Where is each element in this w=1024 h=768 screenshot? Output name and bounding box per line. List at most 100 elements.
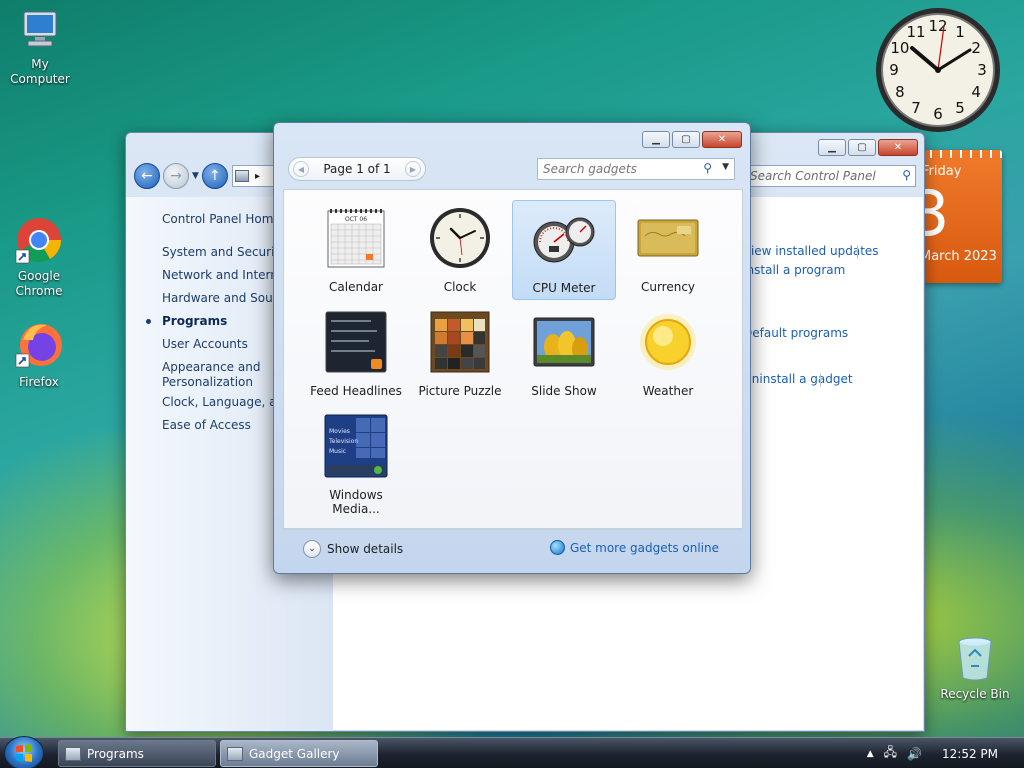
- media-thumb-line: Music: [329, 448, 346, 455]
- clock-numeral: 8: [895, 83, 905, 101]
- clock-face: 12 12 3 45678 9 1011: [876, 8, 1000, 132]
- desktop-icon-google-chrome[interactable]: Google Chrome: [0, 216, 79, 299]
- calendar-gadget[interactable]: Friday 3 March 2023: [924, 150, 1002, 283]
- search-placeholder: Search gadgets: [543, 162, 637, 176]
- gadget-name: Picture Puzzle: [418, 384, 502, 398]
- gadget-name: Clock: [443, 280, 477, 294]
- gadget-gallery-icon: [227, 746, 243, 761]
- volume-icon[interactable]: 🔊: [907, 747, 922, 761]
- forward-button[interactable]: →: [163, 163, 189, 189]
- clock-numeral: 5: [955, 99, 965, 117]
- clock-numeral: 4: [971, 83, 981, 101]
- sidebar-item-programs[interactable]: Programs: [162, 314, 227, 329]
- chrome-icon: [15, 218, 61, 264]
- desktop-icon-firefox[interactable]: Firefox: [0, 320, 79, 390]
- gadget-name: CPU Meter: [532, 281, 596, 295]
- start-button[interactable]: [4, 736, 44, 768]
- firefox-icon: [15, 324, 62, 368]
- maximize-button[interactable]: ▢: [672, 131, 700, 148]
- picture-puzzle-gadget-icon: [428, 310, 492, 374]
- gadget-cpu-meter[interactable]: CPU Meter: [512, 200, 616, 300]
- control-panel-search-input[interactable]: Search Control Panel ⚲: [746, 165, 916, 187]
- gadget-weather[interactable]: Weather: [616, 304, 720, 404]
- clock-numeral: 3: [977, 61, 987, 79]
- gadget-picture-puzzle[interactable]: Picture Puzzle: [408, 304, 512, 404]
- address-bar[interactable]: ▸: [232, 165, 276, 187]
- minimize-button[interactable]: ▁: [642, 131, 670, 148]
- clock-numeral: 1: [955, 23, 965, 41]
- chevron-down-icon: ⌄: [303, 540, 321, 558]
- search-icon[interactable]: ⚲: [902, 168, 911, 182]
- recent-pages-dropdown[interactable]: ▼: [192, 171, 199, 181]
- gadget-name: Weather: [642, 384, 694, 398]
- taskbar-button-gadget-gallery[interactable]: Gadget Gallery: [220, 740, 378, 767]
- taskbar: Programs Gadget Gallery ▲ 🖧 🔊 12:52 PM: [0, 736, 1024, 768]
- next-page-icon[interactable]: ▶: [405, 161, 421, 177]
- gadget-currency[interactable]: Currency: [616, 200, 720, 300]
- gadget-name: Calendar: [329, 280, 383, 294]
- sidebar-item-ease-of-access[interactable]: Ease of Access: [162, 418, 251, 433]
- previous-page-icon[interactable]: ◀: [293, 161, 309, 177]
- clock-numeral: 7: [911, 99, 921, 117]
- link-view-installed-updates[interactable]: View installed updates: [743, 244, 879, 258]
- desktop-icon-label: Google Chrome: [15, 269, 63, 298]
- page-indicator: Page 1 of 1: [323, 162, 391, 176]
- show-details-label: Show details: [327, 542, 404, 556]
- clock-numeral: 10: [890, 39, 909, 57]
- close-button[interactable]: ✕: [878, 139, 918, 156]
- system-tray: ▲ 🖧 🔊 12:52 PM: [864, 738, 1024, 768]
- clock-gadget[interactable]: 12 1 2 3 4 5 6 7 8 9 10 11: [874, 6, 1002, 134]
- clock-numeral: 6: [933, 105, 943, 123]
- sidebar-item-user-accounts[interactable]: User Accounts: [162, 337, 248, 352]
- get-more-gadgets-link[interactable]: Get more gadgets online: [549, 540, 719, 555]
- chevron-down-icon[interactable]: ▼: [722, 162, 729, 172]
- windows-media-center-gadget-icon: Movies Television Music: [324, 414, 388, 478]
- cpu-meter-gadget-icon: [532, 207, 596, 271]
- close-button[interactable]: ✕: [702, 131, 742, 148]
- clock-numeral: 12: [928, 17, 947, 35]
- calendar-rings: [924, 150, 1002, 158]
- desktop-icon-label: Firefox: [19, 375, 59, 389]
- gadget-slide-show[interactable]: Slide Show: [512, 304, 616, 404]
- clock-numeral: 2: [971, 39, 981, 57]
- link-uninstall-gadget[interactable]: Uninstall a gadget: [743, 372, 853, 386]
- show-details-toggle[interactable]: ⌄ Show details: [303, 540, 403, 558]
- control-panel-icon: [65, 746, 81, 761]
- desktop-icon-my-computer[interactable]: My Computer: [0, 8, 80, 87]
- gallery-footer: ⌄ Show details Get more gadgets online: [283, 529, 743, 569]
- feed-headlines-gadget-icon: [324, 310, 388, 374]
- gadget-gallery-window[interactable]: ▁ ▢ ✕ ◀ Page 1 of 1 ▶ Search gadgets ⚲ ▼…: [273, 122, 751, 574]
- sidebar-item-appearance[interactable]: Appearance and Personalization: [162, 360, 272, 390]
- breadcrumb-arrow-icon[interactable]: ▸: [255, 171, 260, 182]
- weather-sun-icon: [636, 310, 700, 374]
- clock-time[interactable]: 12:52 PM: [942, 747, 998, 761]
- gadget-feed-headlines[interactable]: Feed Headlines: [304, 304, 408, 404]
- maximize-button[interactable]: ▢: [848, 139, 876, 156]
- show-hidden-icons-icon[interactable]: ▲: [867, 749, 874, 759]
- window-controls: ▁ ▢ ✕: [818, 139, 918, 156]
- gadget-windows-media-center[interactable]: Movies Television Music Windows Media...: [304, 408, 408, 516]
- back-button[interactable]: ←: [134, 163, 160, 189]
- up-button[interactable]: ↑: [201, 163, 228, 189]
- desktop-icon-recycle-bin[interactable]: Recycle Bin: [935, 636, 1015, 702]
- control-panel-icon: [235, 170, 249, 182]
- gadget-search-input[interactable]: Search gadgets ⚲ ▼: [537, 158, 735, 180]
- gadget-calendar[interactable]: OCT 06 Calendar: [304, 200, 408, 300]
- minimize-button[interactable]: ▁: [818, 139, 846, 156]
- link-install-program[interactable]: Install a program: [743, 263, 845, 277]
- sidebar-item-system-security[interactable]: System and Security: [162, 245, 286, 260]
- search-icon[interactable]: ⚲: [703, 161, 712, 175]
- media-thumb-line: Television: [328, 438, 358, 445]
- network-icon[interactable]: 🖧: [884, 743, 897, 764]
- calendar-thumb-month: OCT 06: [345, 216, 367, 223]
- taskbar-button-programs[interactable]: Programs: [58, 740, 216, 767]
- gadget-name: Slide Show: [531, 384, 597, 398]
- calendar-date: 3: [924, 177, 950, 250]
- clock-numeral: 11: [906, 23, 925, 41]
- clock-numeral: 9: [889, 61, 899, 79]
- sidebar-item-control-panel-home[interactable]: Control Panel Home: [162, 212, 281, 227]
- gadget-name: Feed Headlines: [310, 384, 402, 398]
- taskbar-button-label: Programs: [87, 746, 144, 761]
- gadget-clock[interactable]: Clock: [408, 200, 512, 300]
- link-default-programs[interactable]: Default programs: [743, 326, 848, 340]
